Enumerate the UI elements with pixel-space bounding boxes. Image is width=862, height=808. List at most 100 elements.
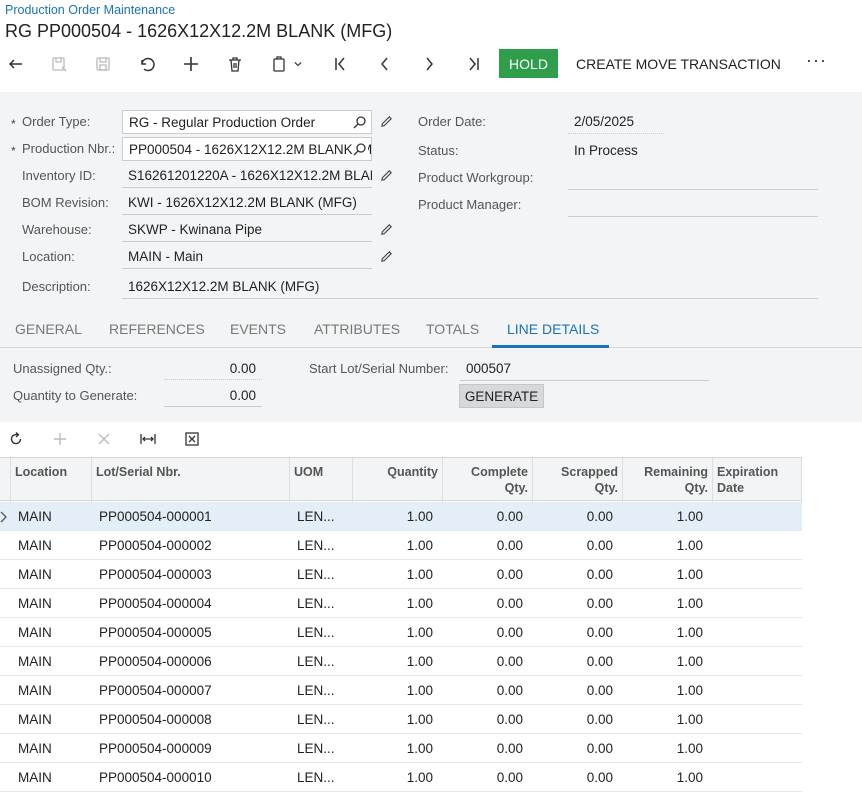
- last-record-icon[interactable]: [461, 52, 485, 76]
- cell-remaining[interactable]: 1.00: [622, 531, 703, 560]
- cell-complete[interactable]: 0.00: [442, 647, 523, 676]
- cell-location[interactable]: MAIN: [18, 502, 88, 531]
- cell-lot[interactable]: PP000504-000010: [99, 763, 284, 792]
- cell-remaining[interactable]: 1.00: [622, 560, 703, 589]
- cell-scrapped[interactable]: 0.00: [532, 734, 613, 763]
- col-lot-serial[interactable]: Lot/Serial Nbr.: [91, 458, 289, 502]
- cell-complete[interactable]: 0.00: [442, 589, 523, 618]
- undo-icon[interactable]: [135, 52, 159, 76]
- cell-scrapped[interactable]: 0.00: [532, 676, 613, 705]
- cell-remaining[interactable]: 1.00: [622, 589, 703, 618]
- cell-location[interactable]: MAIN: [18, 647, 88, 676]
- cell-complete[interactable]: 0.00: [442, 734, 523, 763]
- cell-uom[interactable]: LEN...: [297, 734, 347, 763]
- cell-quantity[interactable]: 1.00: [352, 647, 433, 676]
- back-icon[interactable]: [4, 52, 28, 76]
- cell-lot[interactable]: PP000504-000002: [99, 531, 284, 560]
- cell-uom[interactable]: LEN...: [297, 705, 347, 734]
- table-row[interactable]: MAIN PP000504-000001 LEN... 1.00 0.00 0.00 1.0…: [0, 502, 802, 531]
- cell-uom[interactable]: LEN...: [297, 502, 347, 531]
- cell-scrapped[interactable]: 0.00: [532, 618, 613, 647]
- previous-record-icon[interactable]: [373, 52, 397, 76]
- cell-quantity[interactable]: 1.00: [352, 560, 433, 589]
- cell-location[interactable]: MAIN: [18, 676, 88, 705]
- cell-uom[interactable]: LEN...: [297, 560, 347, 589]
- copy-paste-icon[interactable]: [267, 52, 291, 76]
- table-row[interactable]: MAIN PP000504-000005 LEN... 1.00 0.00 0.00 1.0…: [0, 618, 802, 647]
- tab-references[interactable]: REFERENCES: [109, 321, 205, 337]
- cell-uom[interactable]: LEN...: [297, 647, 347, 676]
- location-field[interactable]: MAIN - Main: [122, 245, 372, 269]
- col-location[interactable]: Location: [10, 458, 91, 502]
- save-icon[interactable]: [91, 52, 115, 76]
- cell-location[interactable]: MAIN: [18, 734, 88, 763]
- cell-quantity[interactable]: 1.00: [352, 763, 433, 792]
- cell-complete[interactable]: 0.00: [442, 618, 523, 647]
- cell-expiration[interactable]: [716, 705, 796, 734]
- refresh-icon[interactable]: [7, 430, 25, 448]
- col-quantity[interactable]: Quantity: [352, 458, 442, 502]
- product-manager-field[interactable]: [568, 193, 818, 217]
- cell-expiration[interactable]: [716, 676, 796, 705]
- col-complete-qty[interactable]: Complete Qty.: [442, 458, 532, 502]
- hold-button[interactable]: HOLD: [499, 49, 558, 78]
- bom-revision-field[interactable]: KWI - 1626X12X12.2M BLANK (MFG): [122, 191, 372, 215]
- cell-lot[interactable]: PP000504-000008: [99, 705, 284, 734]
- cell-complete[interactable]: 0.00: [442, 705, 523, 734]
- save-close-icon[interactable]: [47, 52, 71, 76]
- cell-complete[interactable]: 0.00: [442, 502, 523, 531]
- next-record-icon[interactable]: [417, 52, 441, 76]
- order-type-field[interactable]: RG - Regular Production Order: [122, 110, 372, 134]
- edit-location-icon[interactable]: [379, 249, 395, 265]
- more-actions-button[interactable]: ···: [806, 50, 827, 71]
- cell-quantity[interactable]: 1.00: [352, 676, 433, 705]
- start-lot-field[interactable]: 000507: [460, 357, 709, 381]
- delete-row-icon[interactable]: [95, 430, 113, 448]
- cell-scrapped[interactable]: 0.00: [532, 531, 613, 560]
- delete-icon[interactable]: [223, 52, 247, 76]
- tab-line-details[interactable]: LINE DETAILS: [507, 321, 599, 337]
- edit-inventory-icon[interactable]: [379, 168, 395, 184]
- cell-complete[interactable]: 0.00: [442, 531, 523, 560]
- description-field[interactable]: 1626X12X12.2M BLANK (MFG): [122, 275, 818, 299]
- table-row[interactable]: MAIN PP000504-000004 LEN... 1.00 0.00 0.00 1.0…: [0, 589, 802, 618]
- breadcrumb[interactable]: Production Order Maintenance: [5, 3, 175, 17]
- warehouse-field[interactable]: SKWP - Kwinana Pipe: [122, 218, 372, 242]
- cell-quantity[interactable]: 1.00: [352, 618, 433, 647]
- order-date-field[interactable]: 2/05/2025: [568, 110, 664, 134]
- cell-scrapped[interactable]: 0.00: [532, 647, 613, 676]
- cell-quantity[interactable]: 1.00: [352, 502, 433, 531]
- cell-uom[interactable]: LEN...: [297, 531, 347, 560]
- cell-location[interactable]: MAIN: [18, 705, 88, 734]
- cell-lot[interactable]: PP000504-000004: [99, 589, 284, 618]
- add-row-icon[interactable]: [51, 430, 69, 448]
- cell-quantity[interactable]: 1.00: [352, 589, 433, 618]
- cell-complete[interactable]: 0.00: [442, 676, 523, 705]
- inventory-id-field[interactable]: S16261201220A - 1626X12X12.2M BLANK (MFG…: [122, 164, 372, 188]
- cell-expiration[interactable]: [716, 647, 796, 676]
- table-row[interactable]: MAIN PP000504-000008 LEN... 1.00 0.00 0.00 1.0…: [0, 705, 802, 734]
- cell-uom[interactable]: LEN...: [297, 618, 347, 647]
- cell-location[interactable]: MAIN: [18, 589, 88, 618]
- table-row[interactable]: MAIN PP000504-000006 LEN... 1.00 0.00 0.00 1.0…: [0, 647, 802, 676]
- cell-expiration[interactable]: [716, 589, 796, 618]
- add-icon[interactable]: [179, 52, 203, 76]
- cell-expiration[interactable]: [716, 734, 796, 763]
- cell-lot[interactable]: PP000504-000005: [99, 618, 284, 647]
- cell-location[interactable]: MAIN: [18, 560, 88, 589]
- cell-quantity[interactable]: 1.00: [352, 531, 433, 560]
- cell-expiration[interactable]: [716, 560, 796, 589]
- cell-scrapped[interactable]: 0.00: [532, 763, 613, 792]
- cell-remaining[interactable]: 1.00: [622, 502, 703, 531]
- cell-scrapped[interactable]: 0.00: [532, 560, 613, 589]
- cell-complete[interactable]: 0.00: [442, 763, 523, 792]
- edit-warehouse-icon[interactable]: [379, 222, 395, 238]
- cell-lot[interactable]: PP000504-000003: [99, 560, 284, 589]
- cell-expiration[interactable]: [716, 502, 796, 531]
- table-row[interactable]: MAIN PP000504-000007 LEN... 1.00 0.00 0.00 1.0…: [0, 676, 802, 705]
- product-workgroup-field[interactable]: [568, 166, 818, 190]
- cell-remaining[interactable]: 1.00: [622, 618, 703, 647]
- cell-quantity[interactable]: 1.00: [352, 734, 433, 763]
- first-record-icon[interactable]: [329, 52, 353, 76]
- cell-lot[interactable]: PP000504-000006: [99, 647, 284, 676]
